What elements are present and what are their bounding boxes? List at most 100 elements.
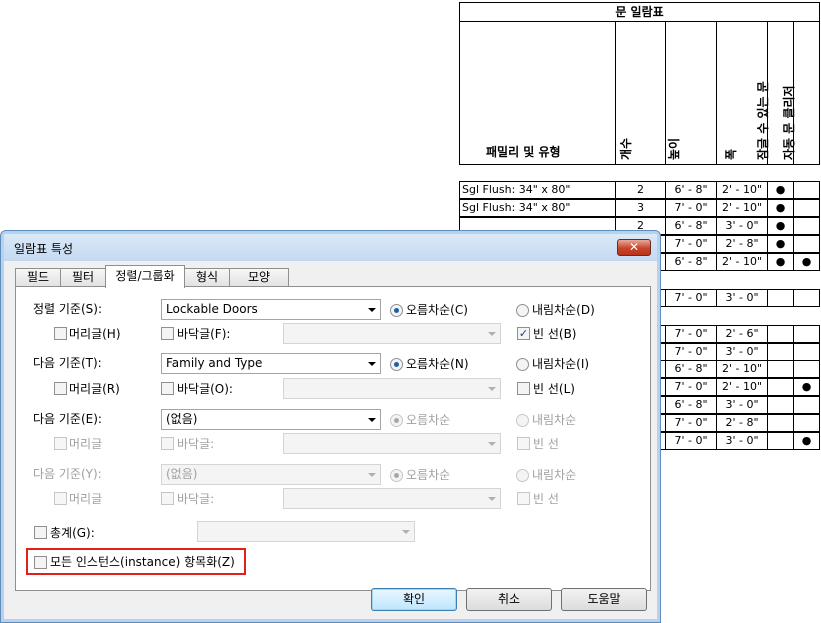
close-icon[interactable]: ✕ [617, 239, 651, 256]
cell-lockable: ● [767, 199, 794, 217]
cell-width: 3' - 0" [716, 396, 768, 414]
dialog-titlebar[interactable]: 일람표 특성 ✕ [4, 234, 657, 261]
chevron-down-icon [488, 387, 496, 391]
header-height: 높이 [665, 21, 717, 165]
cell-width: 2' - 10" [716, 181, 768, 199]
then-by-1-label: 다음 기준(T): [33, 356, 102, 370]
cell-lockable [767, 360, 794, 378]
cell-lockable [767, 432, 794, 450]
tab-formatting[interactable]: 형식 [184, 268, 230, 287]
sort2-footer-select[interactable] [283, 378, 501, 399]
chevron-down-icon [488, 332, 496, 336]
sort3-ascending-label: 오름차순 [406, 413, 451, 427]
sort1-footer-label: 바닥글(F): [177, 327, 231, 341]
cell-height: 6' - 8" [665, 396, 717, 414]
cell-height: 7' - 0" [665, 325, 717, 343]
header-count: 개수 [615, 21, 666, 165]
cell-height: 6' - 8" [665, 253, 717, 271]
sort3-blank-line-checkbox[interactable] [517, 437, 530, 450]
cell-width: 2' - 10" [716, 199, 768, 217]
chevron-down-icon [488, 497, 496, 501]
sort2-footer-label: 바닥글(O): [177, 382, 233, 396]
tab-appearance[interactable]: 모양 [229, 268, 289, 287]
sort2-descending-radio[interactable] [516, 358, 529, 371]
cell-lockable [767, 414, 794, 432]
tab-sorting-grouping[interactable]: 정렬/그룹화 [105, 265, 185, 288]
then-by-2-select[interactable]: (없음) [161, 409, 381, 430]
sort-by-select[interactable]: Lockable Doors [161, 299, 381, 320]
cell-width: 3' - 0" [716, 432, 768, 450]
sort1-ascending-radio[interactable] [390, 304, 403, 317]
cell-auto-closer: ● [793, 253, 820, 271]
sort1-descending-radio[interactable] [516, 304, 529, 317]
sort4-descending-radio[interactable] [516, 469, 529, 482]
header-lockable-label: 잠글 수 있는 문 [755, 81, 770, 160]
chevron-down-icon [488, 442, 496, 446]
help-button[interactable]: 도움말 [561, 588, 647, 611]
header-auto-closer-label: 자동 문 클리저 [781, 85, 796, 160]
header-family-type: 패밀리 및 유형 [459, 21, 616, 165]
cell-lockable [767, 343, 794, 361]
cell-auto-closer [793, 235, 820, 253]
cancel-button[interactable]: 취소 [466, 588, 552, 611]
sort2-header-checkbox[interactable] [54, 382, 67, 395]
sort1-footer-select[interactable] [283, 323, 501, 344]
sort1-blank-line-label: 빈 선(B) [533, 327, 577, 341]
cell-lockable: ● [767, 235, 794, 253]
sort1-ascending-label: 오름차순(C) [406, 303, 468, 317]
chevron-down-icon [368, 418, 376, 422]
sort3-footer-checkbox[interactable] [161, 437, 174, 450]
then-by-3-select[interactable]: (없음) [161, 464, 381, 485]
sort3-descending-label: 내림차순 [532, 413, 577, 427]
sort4-header-checkbox[interactable] [54, 492, 67, 505]
sort1-header-label: 머리글(H) [69, 327, 121, 341]
cell-auto-closer [793, 289, 820, 307]
sort3-header-checkbox[interactable] [54, 437, 67, 450]
cell-auto-closer [793, 414, 820, 432]
sort2-descending-label: 내림차순(I) [532, 357, 590, 371]
chevron-down-icon [368, 473, 376, 477]
sort4-ascending-radio[interactable] [390, 469, 403, 482]
sort3-ascending-radio[interactable] [390, 414, 403, 427]
dialog-title: 일람표 특성 [14, 242, 74, 256]
sort4-blank-line-checkbox[interactable] [517, 492, 530, 505]
cell-height: 7' - 0" [665, 378, 717, 396]
ok-button[interactable]: 확인 [371, 588, 457, 611]
then-by-1-value: Family and Type [166, 356, 263, 370]
sort2-ascending-radio[interactable] [390, 358, 403, 371]
grand-totals-checkbox[interactable] [34, 526, 47, 539]
sort4-footer-select[interactable] [283, 488, 501, 509]
cell-count: 2 [615, 181, 666, 199]
then-by-2-label: 다음 기준(E): [33, 412, 102, 426]
cell-width: 2' - 8" [716, 414, 768, 432]
sort3-footer-select[interactable] [283, 433, 501, 454]
sort1-footer-checkbox[interactable] [161, 327, 174, 340]
header-family-type-label: 패밀리 및 유형 [486, 145, 561, 159]
sort2-blank-line-checkbox[interactable] [517, 382, 530, 395]
cell-count: 3 [615, 199, 666, 217]
then-by-1-select[interactable]: Family and Type [161, 353, 381, 374]
sort2-footer-checkbox[interactable] [161, 382, 174, 395]
cell-auto-closer [793, 343, 820, 361]
sort1-header-checkbox[interactable] [54, 327, 67, 340]
cell-width: 2' - 10" [716, 360, 768, 378]
cell-width: 3' - 0" [716, 217, 768, 235]
cell-type: Sgl Flush: 34" x 80" [459, 199, 616, 217]
cell-width: 2' - 6" [716, 325, 768, 343]
sort4-blank-line-label: 빈 선 [533, 492, 559, 506]
then-by-2-value: (없음) [166, 412, 198, 426]
cell-auto-closer [793, 199, 820, 217]
cell-height: 6' - 8" [665, 181, 717, 199]
header-height-label: 높이 [667, 137, 681, 160]
sort4-descending-label: 내림차순 [532, 468, 577, 482]
sort1-blank-line-checkbox[interactable]: ✓ [517, 327, 530, 340]
sort3-descending-radio[interactable] [516, 414, 529, 427]
tab-fields[interactable]: 필드 [15, 268, 61, 287]
sort4-footer-checkbox[interactable] [161, 492, 174, 505]
cell-width: 2' - 10" [716, 253, 768, 271]
cell-height: 7' - 0" [665, 289, 717, 307]
sort3-blank-line-label: 빈 선 [533, 437, 559, 451]
cell-height: 7' - 0" [665, 343, 717, 361]
grand-totals-select[interactable] [197, 521, 415, 542]
tab-filter[interactable]: 필터 [60, 268, 106, 287]
